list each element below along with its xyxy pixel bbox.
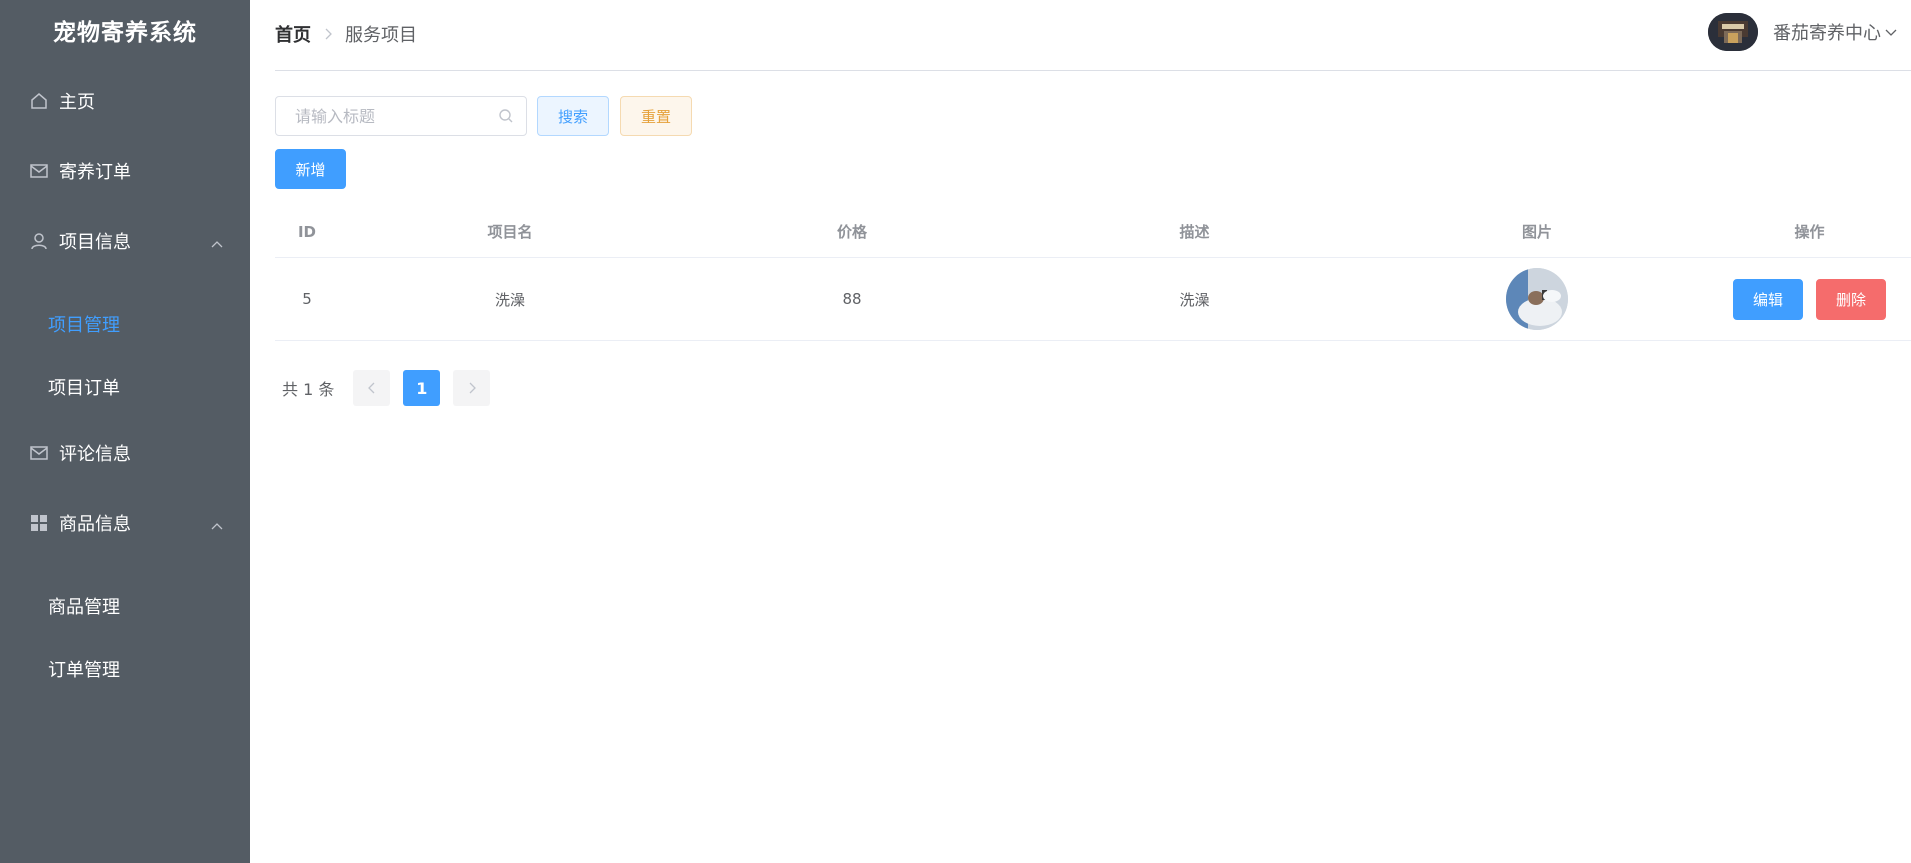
page-number-button[interactable]: 1 — [403, 370, 441, 406]
sidebar-item-label: 寄养订单 — [59, 162, 131, 183]
user-icon — [28, 230, 50, 252]
chevron-right-icon — [469, 382, 476, 394]
sidebar: 宠物寄养系统 主页 寄养订单 项目信息 项目管理 项目订单 评论信息 商品信息 — [0, 0, 250, 863]
sidebar-item-project-orders[interactable]: 项目订单 — [0, 355, 250, 418]
sidebar-item-project-info[interactable]: 项目信息 — [0, 206, 250, 276]
user-menu[interactable]: 番茄寄养中心 — [1708, 13, 1898, 51]
table-row: 5 洗澡 88 洗澡 编辑 删除 — [275, 258, 1911, 341]
search-icon — [498, 108, 514, 128]
column-header-description: 描述 — [1179, 223, 1210, 241]
message-icon — [28, 442, 50, 464]
sidebar-item-product-info[interactable]: 商品信息 — [0, 488, 250, 558]
project-table: ID 项目名 价格 描述 图片 操作 5 洗澡 88 洗澡 编辑 删除 — [275, 206, 1911, 341]
sidebar-item-boarding-orders[interactable]: 寄养订单 — [0, 136, 250, 206]
sidebar-item-home[interactable]: 主页 — [0, 66, 250, 136]
chevron-up-icon — [210, 515, 224, 536]
cell-actions: 编辑 删除 — [1708, 278, 1911, 320]
pagination-total: 共 1 条 — [282, 380, 335, 399]
project-thumbnail[interactable] — [1506, 268, 1568, 330]
breadcrumb-home[interactable]: 首页 — [275, 21, 311, 47]
sidebar-item-label: 商品信息 — [59, 514, 131, 535]
chevron-left-icon — [367, 382, 375, 394]
reset-button[interactable]: 重置 — [620, 96, 692, 136]
app-title: 宠物寄养系统 — [53, 20, 197, 46]
cell-description: 洗澡 — [1179, 290, 1210, 309]
sidebar-item-comments[interactable]: 评论信息 — [0, 418, 250, 488]
sidebar-item-label: 评论信息 — [59, 444, 131, 465]
column-header-price: 价格 — [836, 223, 867, 241]
message-icon — [28, 160, 50, 182]
home-icon — [28, 90, 50, 112]
sidebar-item-product-management[interactable]: 商品管理 — [0, 574, 250, 637]
sidebar-item-label: 项目信息 — [59, 232, 131, 253]
column-header-actions: 操作 — [1794, 223, 1825, 241]
cell-image — [1366, 268, 1708, 330]
sidebar-item-order-management[interactable]: 订单管理 — [0, 637, 250, 700]
column-header-id: ID — [297, 222, 317, 241]
cell-id: 5 — [302, 290, 312, 308]
next-page-button[interactable] — [453, 370, 491, 406]
header: 首页 服务项目 番茄寄养中心 — [275, 0, 1911, 71]
delete-button[interactable]: 删除 — [1816, 278, 1886, 320]
grid-icon — [28, 512, 50, 534]
user-name: 番茄寄养中心 — [1773, 23, 1881, 44]
search-input[interactable] — [295, 106, 485, 126]
column-header-name: 项目名 — [487, 223, 533, 241]
chevron-up-icon — [210, 233, 224, 254]
table-header: ID 项目名 价格 描述 图片 操作 — [275, 206, 1911, 258]
add-button[interactable]: 新增 — [275, 149, 346, 189]
cell-price: 88 — [842, 290, 862, 308]
search-button[interactable]: 搜索 — [537, 96, 609, 136]
edit-button[interactable]: 编辑 — [1733, 278, 1803, 320]
chevron-right-icon — [323, 27, 333, 41]
breadcrumb: 首页 服务项目 — [275, 21, 417, 47]
column-header-image: 图片 — [1521, 223, 1552, 241]
sidebar-item-label: 主页 — [59, 92, 95, 113]
header-divider — [275, 70, 1911, 71]
pagination: 共 1 条 1 — [282, 370, 503, 406]
chevron-down-icon — [1884, 27, 1898, 37]
breadcrumb-current: 服务项目 — [345, 25, 417, 46]
search-field[interactable] — [275, 96, 527, 136]
cell-name: 洗澡 — [494, 290, 525, 309]
sidebar-item-project-management[interactable]: 项目管理 — [0, 292, 250, 355]
prev-page-button[interactable] — [353, 370, 391, 406]
avatar — [1708, 13, 1758, 51]
